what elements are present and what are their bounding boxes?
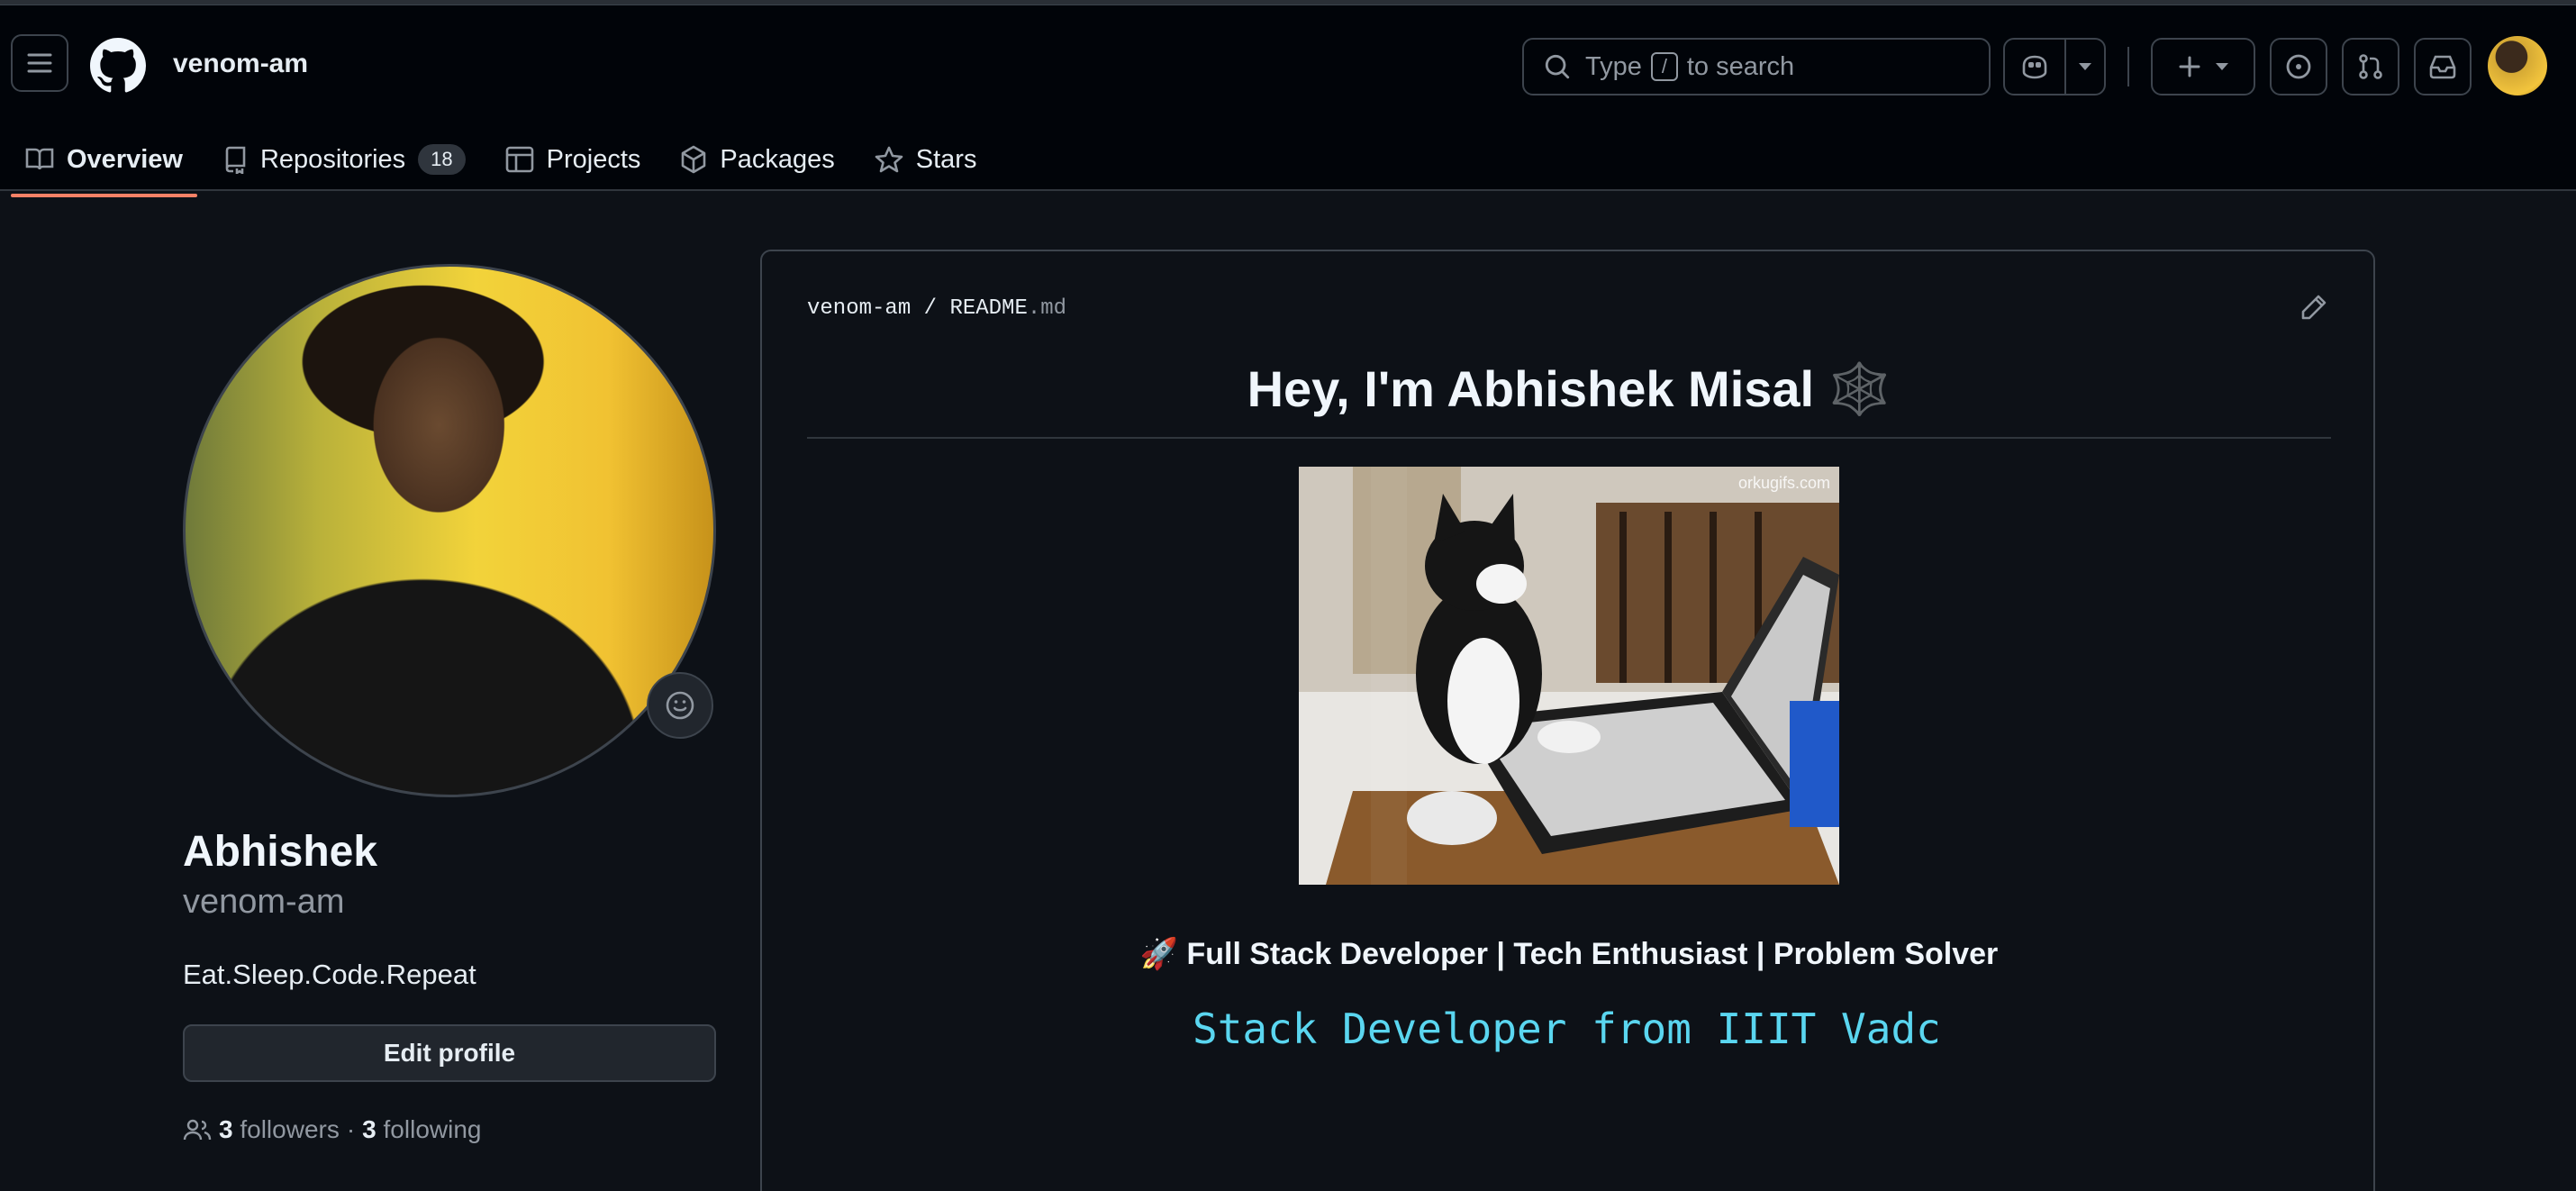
copilot-dropdown-button[interactable] (2064, 40, 2104, 94)
edit-profile-button[interactable]: Edit profile (183, 1024, 716, 1082)
profile-bio: Eat.Sleep.Code.Repeat (183, 959, 476, 990)
plus-icon (2179, 56, 2200, 77)
issue-opened-icon (2286, 54, 2311, 79)
tab-overview-label: Overview (67, 144, 183, 174)
search-shortcut-key: / (1650, 52, 1678, 81)
profile-nav: Overview Repositories 18 Projects Packag… (0, 123, 992, 197)
tab-projects-label: Projects (546, 144, 641, 174)
readme-file-base: README (949, 296, 1028, 321)
inbox-button[interactable] (2414, 38, 2472, 95)
search-placeholder: Type / to search (1585, 52, 1794, 82)
profile-readme-card: venom-am / README.md Hey, I'm Abhishek M… (760, 250, 2375, 1191)
tab-packages[interactable]: Packages (666, 123, 848, 196)
search-input[interactable]: Type / to search (1522, 38, 1991, 95)
readme-tagline: 🚀 Full Stack Developer | Tech Enthusiast… (1139, 937, 1999, 971)
people-icon (183, 1119, 212, 1141)
menu-button[interactable] (11, 34, 68, 92)
tab-repositories[interactable]: Repositories 18 (208, 123, 480, 196)
repositories-count-badge: 18 (418, 144, 466, 175)
git-pull-request-icon (2359, 54, 2382, 79)
table-icon (505, 146, 533, 173)
user-avatar-menu[interactable] (2488, 36, 2547, 95)
readme-owner[interactable]: venom-am (807, 296, 911, 321)
cat-coding-gif: orkugifs.com (1299, 467, 1839, 885)
global-header: venom-am Type / to search Overview Repos… (0, 5, 2576, 197)
issues-button[interactable] (2270, 38, 2327, 95)
readme-typing-banner: Stack Developer from IIIT Vadc (1193, 1005, 1941, 1053)
followers-label: followers (240, 1115, 340, 1143)
triangle-down-icon (2079, 63, 2091, 70)
profile-login: venom-am (183, 883, 345, 921)
github-logo-icon[interactable] (90, 38, 146, 94)
followers-count: 3 (219, 1115, 233, 1143)
triangle-down-icon (2216, 63, 2228, 70)
profile-full-name: Abhishek (183, 828, 378, 876)
tab-projects[interactable]: Projects (491, 123, 656, 196)
profile-avatar[interactable] (183, 264, 716, 797)
tab-stars-label: Stars (915, 144, 977, 174)
copilot-button-group (2003, 38, 2106, 95)
header-divider (2127, 47, 2129, 86)
copilot-button[interactable] (2005, 40, 2064, 94)
inbox-icon (2429, 55, 2456, 79)
readme-file-path: venom-am / README.md (807, 296, 1066, 321)
readme-path-separator: / (923, 296, 938, 321)
follow-separator: · (346, 1115, 356, 1143)
pencil-icon[interactable] (2299, 293, 2328, 322)
search-prefix: Type (1585, 51, 1642, 81)
tab-repositories-label: Repositories (259, 144, 406, 174)
search-suffix: to search (1686, 51, 1795, 81)
book-icon (25, 148, 54, 170)
readme-file-ext: .md (1027, 296, 1067, 321)
header-username-link[interactable]: venom-am (173, 49, 308, 79)
hamburger-icon (27, 53, 52, 73)
search-icon (1545, 54, 1570, 79)
following-link[interactable]: 3 following (362, 1115, 481, 1144)
repo-icon (225, 146, 246, 174)
tab-packages-label: Packages (720, 144, 835, 174)
tab-overview[interactable]: Overview (11, 123, 197, 197)
star-icon (875, 146, 903, 173)
following-count: 3 (362, 1115, 376, 1143)
package-icon (682, 145, 706, 174)
cat-at-laptop-illustration (1299, 467, 1839, 885)
create-new-button-group (2151, 38, 2255, 95)
readme-title: Hey, I'm Abhishek Misal 🕸️ (1247, 360, 1891, 417)
following-label: following (383, 1115, 482, 1143)
follow-stats: 3 followers · 3 following (183, 1115, 481, 1144)
pull-requests-button[interactable] (2342, 38, 2399, 95)
gif-watermark: orkugifs.com (1737, 474, 1830, 492)
tab-stars[interactable]: Stars (860, 123, 992, 196)
copilot-icon (2022, 55, 2047, 79)
readme-title-rule (807, 437, 2331, 439)
set-status-button[interactable] (647, 672, 713, 739)
create-new-button[interactable] (2153, 40, 2254, 94)
smiley-icon (666, 691, 694, 720)
followers-link[interactable]: 3 followers (219, 1115, 340, 1144)
